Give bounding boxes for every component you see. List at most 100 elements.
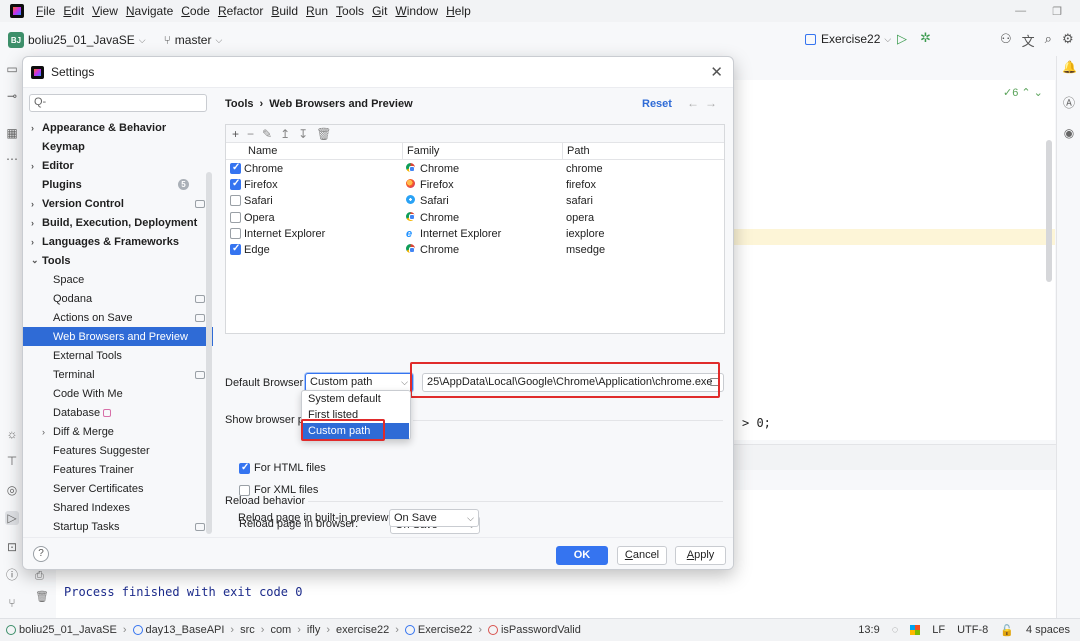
status-crumb[interactable]: src bbox=[240, 624, 255, 636]
project-badge[interactable]: BJ bbox=[8, 32, 24, 48]
table-row[interactable]: Chrome Chrome chrome bbox=[226, 162, 724, 178]
debug-icon[interactable]: ✲ bbox=[920, 30, 931, 46]
caret-position[interactable]: 13:9 bbox=[858, 624, 879, 636]
chevron-right-icon[interactable]: › bbox=[31, 237, 41, 247]
settings-tree-item[interactable]: › Languages & Frameworks bbox=[23, 232, 213, 251]
project-name[interactable]: boliu25_01_JavaSE bbox=[28, 33, 135, 47]
settings-gear-icon[interactable]: ⚙ bbox=[1062, 31, 1074, 50]
table-row[interactable]: Opera Chrome opera bbox=[226, 211, 724, 227]
terminal-icon[interactable]: ⊡ bbox=[5, 540, 19, 554]
custom-path-input[interactable]: 25\AppData\Local\Google\Chrome\Applicati… bbox=[422, 373, 724, 392]
git-icon[interactable]: ⑂ bbox=[5, 596, 19, 610]
run-tool-icon[interactable]: ▷ bbox=[5, 511, 19, 525]
browser-active-checkbox[interactable] bbox=[230, 195, 241, 207]
column-header-path[interactable]: Path bbox=[567, 145, 590, 157]
remove-icon[interactable]: − bbox=[247, 127, 254, 141]
close-icon[interactable]: ✕ bbox=[710, 63, 723, 81]
dropdown-option[interactable]: System default bbox=[303, 391, 409, 407]
settings-tree-item[interactable]: Features Trainer bbox=[23, 460, 213, 479]
restore-icon[interactable]: ❐ bbox=[1052, 5, 1062, 18]
menu-view[interactable]: View bbox=[88, 4, 122, 18]
settings-tree-item[interactable]: › Build, Execution, Deployment bbox=[23, 213, 213, 232]
menu-git[interactable]: Git bbox=[368, 4, 391, 18]
forward-arrow-icon[interactable]: → bbox=[705, 96, 723, 110]
chevron-right-icon[interactable]: › bbox=[31, 123, 41, 133]
settings-tree-item[interactable]: › Version Control bbox=[23, 194, 213, 213]
status-crumb[interactable]: ifly bbox=[307, 624, 320, 636]
chevron-right-icon[interactable]: › bbox=[42, 427, 52, 437]
settings-tree-item[interactable]: Keymap bbox=[23, 137, 213, 156]
edit-icon[interactable]: ✎ bbox=[262, 127, 272, 141]
menu-code[interactable]: Code bbox=[177, 4, 214, 18]
browser-active-checkbox[interactable] bbox=[230, 178, 241, 191]
dropdown-option[interactable]: Custom path bbox=[303, 423, 409, 439]
status-crumb[interactable]: exercise22 bbox=[336, 624, 389, 636]
sidebar-scrollbar[interactable] bbox=[206, 172, 212, 534]
ai-assistant-icon[interactable]: Ⓐ bbox=[1062, 96, 1076, 110]
settings-tree-item[interactable]: › Diff & Merge bbox=[23, 422, 213, 441]
settings-tree-item[interactable]: Code With Me bbox=[23, 384, 213, 403]
trash-icon[interactable]: 🗑 bbox=[316, 127, 331, 141]
chevron-down-icon[interactable]: ⌄ bbox=[31, 255, 41, 266]
table-row[interactable]: Edge Chrome msedge bbox=[226, 243, 724, 259]
menu-help[interactable]: Help bbox=[442, 4, 475, 18]
project-icon[interactable]: ▭ bbox=[5, 62, 19, 76]
problems-icon[interactable]: ⓘ bbox=[5, 568, 19, 582]
editor-area[interactable] bbox=[730, 80, 1055, 440]
html-files-checkbox[interactable] bbox=[239, 462, 250, 474]
settings-tree-item[interactable]: ⌄ Tools bbox=[23, 251, 213, 270]
search-icon[interactable]: ⌕ bbox=[1045, 31, 1052, 50]
settings-tree-item[interactable]: Web Browsers and Preview bbox=[23, 327, 213, 346]
lock-icon[interactable]: 🔓 bbox=[1000, 624, 1014, 637]
notifications-icon[interactable]: 🔔 bbox=[1062, 60, 1077, 74]
help-button[interactable]: ? bbox=[33, 546, 49, 562]
vcs-status-icon[interactable]: ◌ bbox=[892, 624, 899, 636]
add-icon[interactable]: + bbox=[232, 127, 239, 141]
menu-run[interactable]: Run bbox=[302, 4, 332, 18]
minimize-icon[interactable]: — bbox=[1015, 5, 1026, 18]
table-row[interactable]: Safari Safari safari bbox=[226, 194, 724, 210]
settings-tree-item[interactable]: › Editor bbox=[23, 156, 213, 175]
ok-button[interactable]: OK bbox=[556, 546, 608, 565]
menu-build[interactable]: Build bbox=[267, 4, 302, 18]
settings-tree-item[interactable]: Database bbox=[23, 403, 213, 422]
database-icon[interactable]: ◉ bbox=[1062, 126, 1076, 140]
menu-refactor[interactable]: Refactor bbox=[214, 4, 267, 18]
editor-scrollbar[interactable] bbox=[1046, 140, 1052, 282]
status-crumb[interactable]: day13_BaseAPI bbox=[132, 624, 224, 636]
menu-window[interactable]: Window bbox=[391, 4, 442, 18]
file-encoding[interactable]: UTF-8 bbox=[957, 624, 988, 636]
print-icon[interactable]: ⎙ bbox=[35, 570, 44, 583]
apply-button[interactable]: Apply bbox=[675, 546, 726, 565]
table-row[interactable]: Firefox Firefox firefox bbox=[226, 178, 724, 194]
dropdown-option[interactable]: First listed bbox=[303, 407, 409, 423]
more-icon[interactable]: ⋯ bbox=[5, 152, 19, 166]
settings-tree-item[interactable]: Startup Tasks bbox=[23, 517, 213, 536]
add-user-icon[interactable]: ⚇ bbox=[1000, 31, 1012, 50]
status-crumb[interactable]: isPasswordValid bbox=[487, 624, 581, 636]
run-config-selector[interactable]: Exercise22 ⌵ bbox=[805, 32, 891, 46]
menu-edit[interactable]: Edit bbox=[59, 4, 88, 18]
branch-name[interactable]: master bbox=[175, 33, 212, 47]
browser-active-checkbox[interactable] bbox=[230, 211, 241, 223]
menu-navigate[interactable]: Navigate bbox=[122, 4, 177, 18]
build-icon[interactable]: ⊤ bbox=[5, 454, 19, 468]
chevron-right-icon[interactable]: › bbox=[31, 218, 41, 228]
services-icon[interactable]: ☼ bbox=[5, 427, 19, 441]
move-down-icon[interactable]: ↧ bbox=[298, 127, 308, 141]
trash-icon[interactable]: 🗑 bbox=[35, 590, 49, 603]
column-header-family[interactable]: Family bbox=[407, 145, 439, 157]
profiler-icon[interactable]: ◎ bbox=[5, 483, 19, 497]
browser-active-checkbox[interactable] bbox=[230, 162, 241, 174]
settings-tree-item[interactable]: Server Certificates bbox=[23, 479, 213, 498]
settings-tree-item[interactable]: Shared Indexes bbox=[23, 498, 213, 517]
browser-active-checkbox[interactable] bbox=[230, 243, 241, 255]
line-separator[interactable]: LF bbox=[932, 624, 945, 636]
menu-file[interactable]: File bbox=[32, 4, 59, 18]
inspection-widget[interactable]: ✓6 ⌃ ⌄ bbox=[1003, 86, 1043, 99]
settings-tree-item[interactable]: Features Suggester bbox=[23, 441, 213, 460]
table-row[interactable]: Internet Explorer e Internet Explorer iexpl… bbox=[226, 227, 724, 243]
cancel-button[interactable]: Cancel bbox=[617, 546, 667, 565]
chevron-right-icon[interactable]: › bbox=[31, 161, 41, 171]
translate-icon[interactable]: 文 bbox=[1022, 31, 1035, 50]
